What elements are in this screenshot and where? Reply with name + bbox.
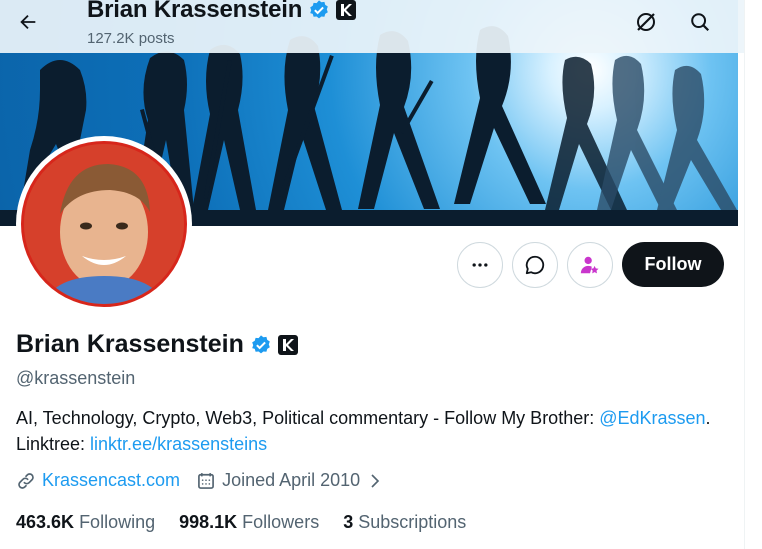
avatar-photo	[21, 141, 187, 307]
link-icon	[18, 472, 34, 489]
subscriptions-count: 3	[343, 512, 354, 532]
website-link[interactable]: Krassencast.com	[42, 470, 180, 491]
subscriptions-label: Subscriptions	[358, 512, 467, 532]
following-count: 463.6K	[16, 512, 75, 532]
verified-badge-icon[interactable]	[308, 0, 330, 21]
profile-name-row: Brian Krassenstein	[16, 330, 298, 359]
affiliate-badge-icon[interactable]	[277, 334, 298, 355]
search-button[interactable]	[682, 4, 718, 40]
follow-button[interactable]: Follow	[622, 242, 724, 287]
grok-button[interactable]	[628, 4, 664, 40]
bio-mention-link[interactable]: @EdKrassen	[599, 408, 705, 428]
profile-stats: 463.6K Following 998.1K Followers 3 Subs…	[16, 512, 466, 533]
profile-handle: @krassenstein	[16, 368, 136, 388]
back-button[interactable]	[10, 4, 46, 40]
back-arrow-icon	[20, 14, 36, 30]
followers-stat[interactable]: 998.1K Followers	[179, 512, 319, 533]
grok-icon	[637, 13, 655, 31]
profile-avatar[interactable]	[16, 136, 192, 312]
following-label: Following	[79, 512, 156, 532]
chevron-right-icon[interactable]	[366, 472, 384, 490]
bio-external-link[interactable]: linktr.ee/krassensteins	[90, 434, 267, 454]
profile-display-name: Brian Krassenstein	[16, 330, 244, 358]
bio-text: AI, Technology, Crypto, Web3, Political …	[16, 408, 600, 428]
following-stat[interactable]: 463.6K Following	[16, 512, 155, 533]
header-post-count: 127.2K posts	[87, 30, 175, 47]
followers-label: Followers	[242, 512, 320, 532]
profile-bio: AI, Technology, Crypto, Web3, Political …	[16, 405, 716, 457]
header-name-row: Brian Krassenstein	[87, 0, 357, 24]
header-display-name: Brian Krassenstein	[87, 0, 303, 23]
affiliate-badge-icon[interactable]	[336, 0, 357, 20]
verified-badge-icon[interactable]	[250, 334, 272, 356]
more-icon	[472, 263, 488, 267]
joined-date: Joined April 2010	[222, 470, 361, 490]
profile-meta: Krassencast.com Joined April 2010	[16, 470, 384, 491]
page-right-gutter	[744, 0, 762, 549]
profile-header-bar: Brian Krassenstein 127.2K posts	[0, 0, 744, 53]
profile-page: Brian Krassenstein 127.2K posts Follow B…	[0, 0, 744, 549]
calendar-icon	[198, 472, 214, 489]
message-button[interactable]	[512, 242, 558, 288]
search-icon	[691, 13, 710, 32]
website-item: Krassencast.com	[16, 470, 180, 491]
subscribe-button[interactable]	[567, 242, 613, 288]
subscribe-icon	[580, 256, 599, 274]
subscriptions-stat[interactable]: 3 Subscriptions	[343, 512, 466, 533]
message-icon	[525, 255, 545, 275]
joined-item: Joined April 2010	[196, 470, 384, 491]
followers-count: 998.1K	[179, 512, 238, 532]
more-button[interactable]	[457, 242, 503, 288]
